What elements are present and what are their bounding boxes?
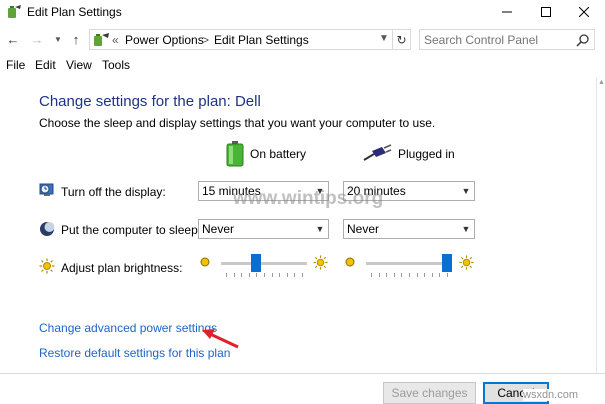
column-plugged-label: Plugged in [398,147,455,161]
brightness-high-icon [313,255,328,270]
address-toolbar: ← → ▼ ↑ « Power Options > Edit Plan Sett… [0,27,605,52]
slider-tick [234,273,235,277]
monitor-clock-icon [39,183,54,196]
change-advanced-settings-link[interactable]: Change advanced power settings [39,321,217,335]
recent-locations-button[interactable]: ▼ [50,31,66,47]
brightness-plugged-slider[interactable] [366,254,452,286]
brightness-label: Adjust plan brightness: [61,261,183,275]
chevron-down-icon: ▼ [461,186,471,196]
address-dropdown-icon[interactable]: ▼ [379,33,389,44]
footer-divider [0,373,605,374]
search-icon[interactable] [576,33,590,47]
slider-track [366,262,452,265]
column-header-battery: On battery [226,140,306,168]
power-options-icon [8,5,21,18]
page-description: Choose the sleep and display settings th… [39,116,436,130]
maximize-button[interactable] [528,0,564,24]
chevron-down-icon: ▼ [54,34,62,44]
refresh-button[interactable]: ↻ [393,29,411,50]
breadcrumb-overflow[interactable]: « [112,33,119,47]
brightness-battery-slider[interactable] [221,254,307,286]
close-button[interactable] [566,0,602,24]
sleep-label: Put the computer to sleep: [61,223,202,237]
chevron-down-icon: ▼ [461,224,471,234]
slider-tick [279,273,280,277]
control-panel-icon [94,33,109,46]
menu-bar: File Edit View Tools [0,57,605,75]
restore-defaults-link[interactable]: Restore default settings for this plan [39,346,230,360]
address-field[interactable]: « Power Options > Edit Plan Settings ▼ [89,29,393,50]
slider-ticks [366,273,452,277]
slider-track [221,262,307,265]
menu-edit[interactable]: Edit [35,58,56,72]
slider-tick [432,273,433,277]
slider-tick [371,273,372,277]
column-header-plugged: Plugged in [362,140,455,168]
breadcrumb-edit-plan-settings[interactable]: Edit Plan Settings [214,33,309,47]
brightness-low-icon [345,257,355,267]
back-button[interactable]: ← [5,31,21,47]
slider-tick [287,273,288,277]
menu-file[interactable]: File [6,58,25,72]
sleep-battery-select[interactable]: Never ▼ [198,219,329,239]
minimize-button[interactable] [489,0,525,24]
slider-tick [447,273,448,277]
up-button[interactable]: ↑ [68,31,84,47]
up-arrow-icon: ↑ [72,31,80,47]
brightness-high-icon [459,255,474,270]
slider-tick [302,273,303,277]
slider-tick [226,273,227,277]
forward-arrow-icon: → [30,31,44,47]
scroll-up-icon[interactable]: ▲ [598,79,605,86]
sleep-plugged-value: Never [347,222,380,236]
watermark-wsxdn: wsxdn.com [523,389,579,401]
search-input[interactable] [424,32,574,47]
slider-tick [386,273,387,277]
breadcrumb-power-options[interactable]: Power Options [125,33,204,47]
moon-icon [40,222,55,236]
sleep-plugged-select[interactable]: Never ▼ [343,219,475,239]
slider-tick [379,273,380,277]
title-bar: Edit Plan Settings [0,0,605,24]
slider-tick [424,273,425,277]
menu-tools[interactable]: Tools [102,58,130,72]
minimize-icon [502,11,512,13]
back-arrow-icon: ← [6,31,20,47]
brightness-icon [39,258,55,274]
window-title: Edit Plan Settings [27,5,122,19]
menu-view[interactable]: View [66,58,92,72]
chevron-down-icon: ▼ [315,224,325,234]
save-changes-button[interactable]: Save changes [383,382,476,404]
breadcrumb-separator: > [202,33,210,47]
slider-thumb[interactable] [442,254,452,272]
slider-tick [249,273,250,277]
slider-ticks [221,273,307,277]
watermark-wintips: www.wintips.org [233,188,384,209]
display-off-label: Turn off the display: [61,185,166,199]
battery-icon [226,141,244,167]
power-plug-icon [363,144,392,161]
forward-button[interactable]: → [29,31,45,47]
slider-tick [264,273,265,277]
slider-tick [409,273,410,277]
slider-tick [417,273,418,277]
close-icon [579,7,589,17]
slider-thumb[interactable] [251,254,261,272]
sleep-battery-value: Never [202,222,235,236]
scroll-edge [596,78,597,373]
slider-tick [394,273,395,277]
slider-tick [256,273,257,277]
column-battery-label: On battery [250,147,307,161]
search-box[interactable] [419,29,595,50]
slider-tick [272,273,273,277]
slider-tick [241,273,242,277]
refresh-icon: ↻ [396,32,407,47]
slider-tick [439,273,440,277]
maximize-icon [541,7,551,17]
brightness-low-icon [200,257,210,267]
slider-tick [401,273,402,277]
page-title: Change settings for the plan: Dell [39,93,261,110]
slider-tick [294,273,295,277]
